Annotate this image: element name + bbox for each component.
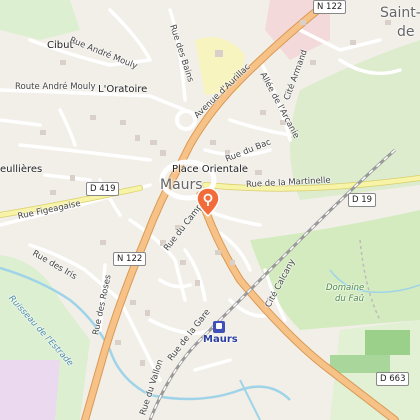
sports-field	[365, 330, 410, 355]
map-pin-icon[interactable]	[196, 187, 220, 217]
shield-d419: D 419	[86, 182, 120, 196]
shield-n122-south: N 122	[113, 252, 147, 266]
label-saint: Saint-C	[380, 5, 420, 21]
map-canvas[interactable]: Saint-C de Cibut Rue André Mouly Route A…	[0, 0, 420, 420]
shield-n122-north: N 122	[313, 0, 347, 14]
label-ulieres: eullières	[0, 164, 43, 175]
train-station-icon[interactable]	[213, 321, 225, 333]
sports-field-2	[330, 355, 390, 373]
label-du-fau: du Faû	[335, 294, 364, 304]
label-domaine: Domaine	[326, 283, 365, 293]
label-route-andre-mouly: Route André Mouly	[15, 82, 96, 92]
label-place-orientale: Place Orientale	[172, 164, 248, 175]
area-southwest	[0, 360, 60, 420]
label-oratoire: L'Oratoire	[98, 84, 148, 95]
label-saint-2: de	[397, 24, 415, 40]
label-station-maurs[interactable]: Maurs	[203, 334, 238, 345]
shield-d663: D 663	[376, 372, 410, 386]
shield-d19: D 19	[348, 193, 377, 207]
